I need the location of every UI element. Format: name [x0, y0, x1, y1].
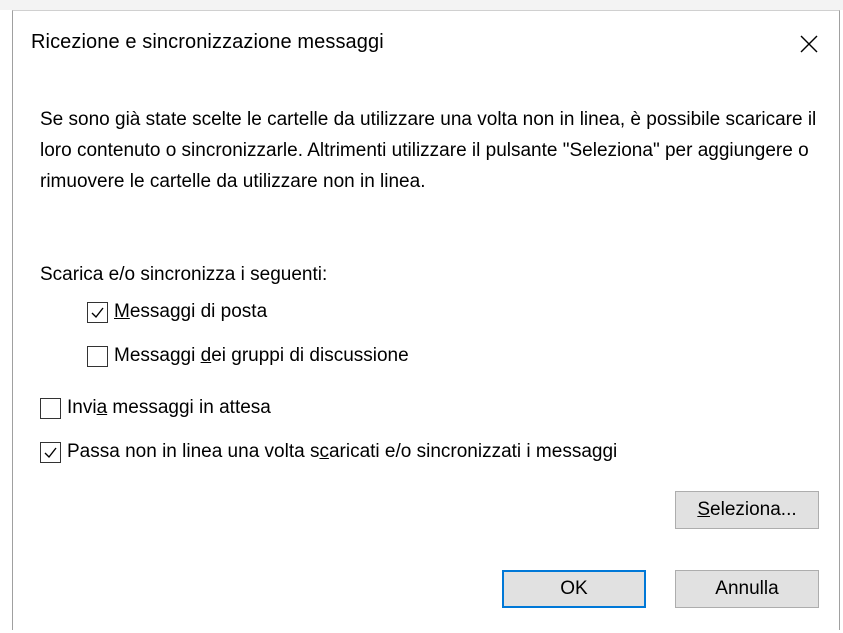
checkmark-icon	[44, 447, 57, 458]
dialog-title: Ricezione e sincronizzazione messaggi	[31, 31, 384, 53]
sync-dialog: Ricezione e sincronizzazione messaggi Se…	[12, 10, 840, 630]
checkmark-icon	[91, 307, 104, 318]
ok-button[interactable]: OK	[502, 570, 646, 608]
mail-messages-label: Messaggi di posta	[114, 301, 268, 322]
send-pending-label: Invia messaggi in attesa	[67, 397, 271, 418]
dialog-description: Se sono già state scelte le cartelle da …	[40, 109, 817, 192]
select-button[interactable]: Seleziona...	[675, 491, 819, 529]
go-offline-checkbox[interactable]	[40, 441, 61, 463]
mail-messages-option[interactable]: Messaggi di posta	[87, 301, 267, 323]
go-offline-label: Passa non in linea una volta scaricati e…	[67, 441, 618, 462]
send-pending-checkbox[interactable]	[40, 397, 61, 419]
go-offline-option[interactable]: Passa non in linea una volta scaricati e…	[40, 441, 617, 463]
close-icon	[800, 35, 818, 53]
close-button[interactable]	[779, 11, 839, 77]
newsgroup-messages-label: Messaggi dei gruppi di discussione	[114, 345, 409, 366]
newsgroup-messages-option[interactable]: Messaggi dei gruppi di discussione	[87, 345, 409, 367]
section-label: Scarica e/o sincronizza i seguenti:	[40, 264, 328, 285]
newsgroup-messages-checkbox[interactable]	[87, 345, 108, 367]
mail-messages-checkbox[interactable]	[87, 301, 108, 323]
background-window	[0, 0, 843, 10]
title-bar[interactable]: Ricezione e sincronizzazione messaggi	[13, 11, 839, 77]
send-pending-option[interactable]: Invia messaggi in attesa	[40, 397, 271, 419]
cancel-button[interactable]: Annulla	[675, 570, 819, 608]
